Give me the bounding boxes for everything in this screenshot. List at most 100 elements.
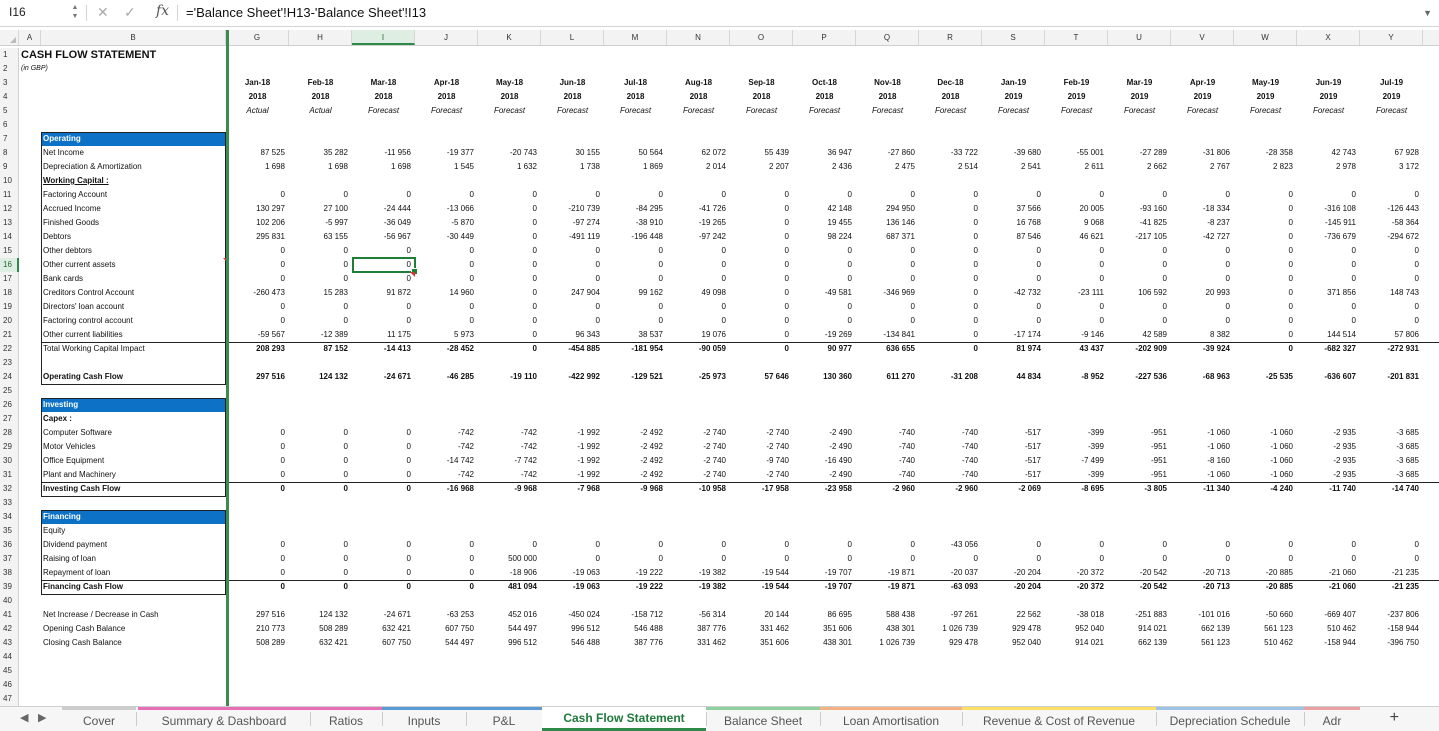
cell-q4[interactable]: 2018: [856, 90, 919, 104]
cell-u37[interactable]: 0: [1108, 552, 1171, 566]
cell-u8[interactable]: -27 289: [1108, 146, 1171, 160]
cell-x36[interactable]: 0: [1297, 538, 1360, 552]
cell-i8[interactable]: -11 956: [352, 146, 415, 160]
cell-l30[interactable]: -1 992: [541, 454, 604, 468]
column-header-x[interactable]: X: [1297, 30, 1360, 45]
cell-v30[interactable]: -8 160: [1171, 454, 1234, 468]
cell-l43[interactable]: 546 488: [541, 636, 604, 650]
cell-q28[interactable]: -740: [856, 426, 919, 440]
row-label[interactable]: Closing Cash Balance: [41, 636, 226, 650]
cell-p12[interactable]: 42 148: [793, 202, 856, 216]
sheet-tab[interactable]: P&L: [466, 707, 542, 731]
cell-i30[interactable]: 0: [352, 454, 415, 468]
cell-s5[interactable]: Forecast: [982, 104, 1045, 118]
cell-s31[interactable]: -517: [982, 468, 1045, 482]
cell-m5[interactable]: Forecast: [604, 104, 667, 118]
cell-r30[interactable]: -740: [919, 454, 982, 468]
cell-g43[interactable]: 508 289: [226, 636, 289, 650]
cell-q42[interactable]: 438 301: [856, 622, 919, 636]
cell-x37[interactable]: 0: [1297, 552, 1360, 566]
cell-j8[interactable]: -19 377: [415, 146, 478, 160]
row-header[interactable]: 18: [0, 286, 19, 300]
cell-s13[interactable]: 16 768: [982, 216, 1045, 230]
cell-j32[interactable]: -16 968: [415, 482, 478, 496]
cell-h42[interactable]: 508 289: [289, 622, 352, 636]
cell-t11[interactable]: 0: [1045, 188, 1108, 202]
cell-l13[interactable]: -97 274: [541, 216, 604, 230]
cell-r14[interactable]: 0: [919, 230, 982, 244]
row-label[interactable]: Factoring Account: [41, 188, 226, 202]
cell-s19[interactable]: 0: [982, 300, 1045, 314]
cell-i14[interactable]: -56 967: [352, 230, 415, 244]
cell-o29[interactable]: -2 740: [730, 440, 793, 454]
next-sheet-icon[interactable]: ▶: [38, 711, 46, 724]
cell-h13[interactable]: -5 997: [289, 216, 352, 230]
cell-u36[interactable]: 0: [1108, 538, 1171, 552]
cell-r19[interactable]: 0: [919, 300, 982, 314]
row-header[interactable]: 33: [0, 496, 19, 510]
cell-k20[interactable]: 0: [478, 314, 541, 328]
cell-v24[interactable]: -68 963: [1171, 370, 1234, 384]
cell-n18[interactable]: 49 098: [667, 286, 730, 300]
cell-r5[interactable]: Forecast: [919, 104, 982, 118]
row-header[interactable]: 6: [0, 118, 19, 132]
cell-o12[interactable]: 0: [730, 202, 793, 216]
cell-p15[interactable]: 0: [793, 244, 856, 258]
cell-g41[interactable]: 297 516: [226, 608, 289, 622]
cell-o42[interactable]: 331 462: [730, 622, 793, 636]
cell-u5[interactable]: Forecast: [1108, 104, 1171, 118]
cell-k17[interactable]: 0: [478, 272, 541, 286]
cell-m11[interactable]: 0: [604, 188, 667, 202]
cell-n36[interactable]: 0: [667, 538, 730, 552]
cell-r28[interactable]: -740: [919, 426, 982, 440]
cell-i41[interactable]: -24 671: [352, 608, 415, 622]
freeze-pane-divider[interactable]: [226, 30, 229, 706]
cell-q30[interactable]: -740: [856, 454, 919, 468]
cell-u9[interactable]: 2 662: [1108, 160, 1171, 174]
cell-u30[interactable]: -951: [1108, 454, 1171, 468]
cell-p19[interactable]: 0: [793, 300, 856, 314]
cell-v28[interactable]: -1 060: [1171, 426, 1234, 440]
cell-o43[interactable]: 351 606: [730, 636, 793, 650]
cell-g19[interactable]: 0: [226, 300, 289, 314]
cell-s17[interactable]: 0: [982, 272, 1045, 286]
cell-n12[interactable]: -41 726: [667, 202, 730, 216]
cell-w9[interactable]: 2 823: [1234, 160, 1297, 174]
row-label[interactable]: Operating: [41, 132, 226, 146]
row-header[interactable]: 2: [0, 62, 19, 76]
prev-sheet-icon[interactable]: ◀: [20, 711, 28, 724]
cell-y37[interactable]: 0: [1360, 552, 1423, 566]
column-header-s[interactable]: S: [982, 30, 1045, 45]
cell-o28[interactable]: -2 740: [730, 426, 793, 440]
row-header[interactable]: 28: [0, 426, 19, 440]
cell-r9[interactable]: 2 514: [919, 160, 982, 174]
cell-x15[interactable]: 0: [1297, 244, 1360, 258]
cell-l8[interactable]: 30 155: [541, 146, 604, 160]
cell-p18[interactable]: -49 581: [793, 286, 856, 300]
cell-u31[interactable]: -951: [1108, 468, 1171, 482]
row-header[interactable]: 14: [0, 230, 19, 244]
row-header[interactable]: 17: [0, 272, 19, 286]
cell-l38[interactable]: -19 063: [541, 566, 604, 580]
cell-v36[interactable]: 0: [1171, 538, 1234, 552]
row-header[interactable]: 35: [0, 524, 19, 538]
row-label[interactable]: Net Income: [41, 146, 226, 160]
column-header-u[interactable]: U: [1108, 30, 1171, 45]
cell-w38[interactable]: -20 885: [1234, 566, 1297, 580]
cell-i42[interactable]: 632 421: [352, 622, 415, 636]
cell-r43[interactable]: 929 478: [919, 636, 982, 650]
column-header-n[interactable]: N: [667, 30, 730, 45]
row-label[interactable]: Motor Vehicles: [41, 440, 226, 454]
cell-y29[interactable]: -3 685: [1360, 440, 1423, 454]
cell-w32[interactable]: -4 240: [1234, 482, 1297, 496]
cell-g16[interactable]: 0: [226, 258, 289, 272]
row-label[interactable]: Total Working Capital Impact: [41, 342, 226, 356]
row-header[interactable]: 38: [0, 566, 19, 580]
cell-q17[interactable]: 0: [856, 272, 919, 286]
column-header-o[interactable]: O: [730, 30, 793, 45]
cell-l21[interactable]: 96 343: [541, 328, 604, 342]
cell-k38[interactable]: -18 906: [478, 566, 541, 580]
cell-t38[interactable]: -20 372: [1045, 566, 1108, 580]
cell-o3[interactable]: Sep-18: [730, 76, 793, 90]
cell-j38[interactable]: 0: [415, 566, 478, 580]
